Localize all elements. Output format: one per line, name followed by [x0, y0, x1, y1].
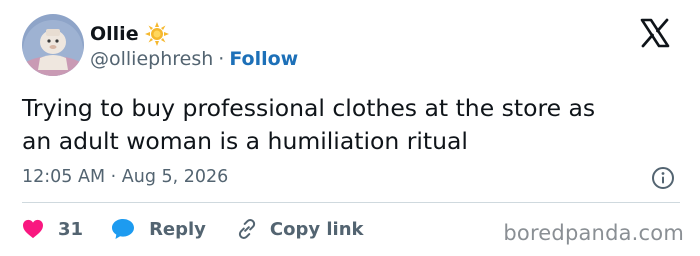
tweet-text: Trying to buy professional clothes at th… — [22, 94, 596, 155]
like-button[interactable]: 31 — [22, 219, 83, 240]
info-icon[interactable] — [651, 166, 675, 190]
follow-button[interactable]: Follow — [229, 48, 298, 70]
name-row: Ollie — [90, 22, 169, 46]
tweet-card: Ollie @olliephresh · Follow Trying to bu… — [0, 0, 700, 256]
copy-link-button[interactable]: Copy link — [236, 218, 364, 240]
user-handle[interactable]: @olliephresh — [90, 48, 213, 70]
divider — [22, 202, 680, 203]
heart-icon — [23, 219, 43, 239]
sun-badge-icon — [144, 22, 169, 46]
separator-dot: · — [218, 48, 225, 70]
reply-button[interactable]: Reply — [111, 218, 206, 240]
copy-link-label: Copy link — [269, 218, 364, 240]
speech-bubble-icon — [112, 219, 135, 239]
reply-label: Reply — [149, 218, 206, 240]
link-icon — [238, 219, 256, 239]
action-bar: 31 Reply Copy link — [22, 216, 364, 242]
avatar-image — [22, 14, 84, 76]
like-count: 31 — [58, 218, 84, 240]
watermark: boredpanda.com — [503, 221, 684, 245]
display-name[interactable]: Ollie — [90, 23, 139, 45]
x-logo-icon[interactable] — [640, 18, 670, 48]
avatar[interactable] — [22, 14, 84, 76]
tweet-timestamp[interactable]: 12:05 AM · Aug 5, 2026 — [22, 166, 228, 188]
handle-row: @olliephresh · Follow — [90, 48, 298, 70]
